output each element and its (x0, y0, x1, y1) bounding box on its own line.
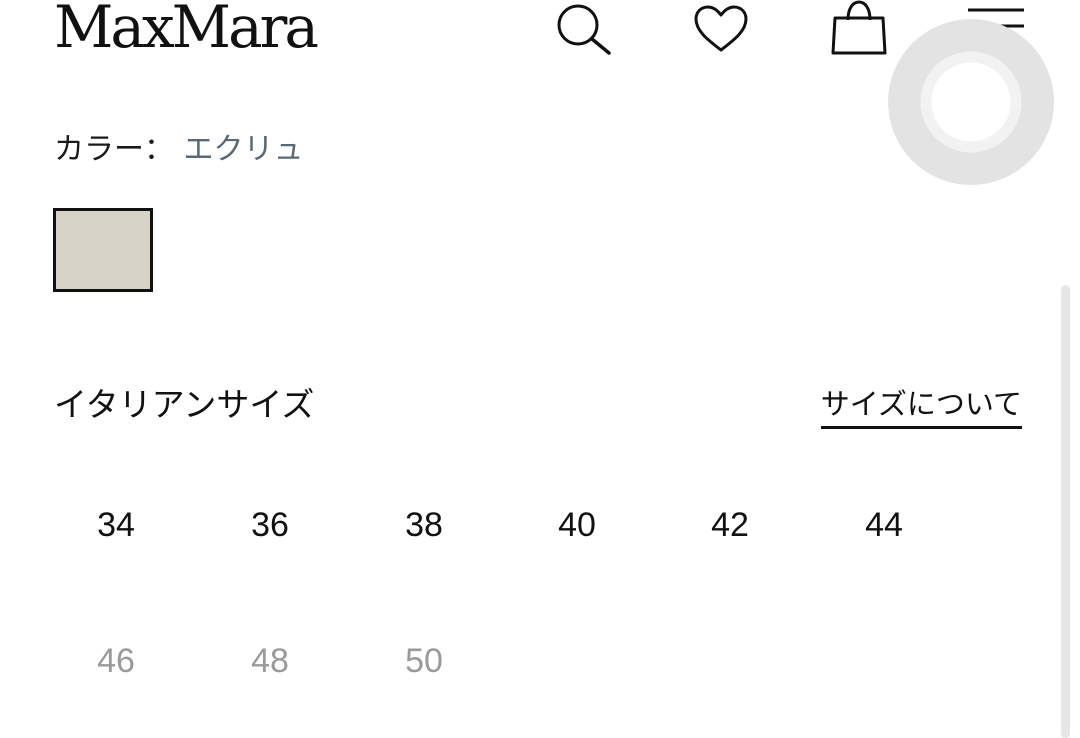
color-label: カラー： (54, 132, 174, 167)
color-row: カラー： エクリュ (54, 130, 304, 170)
search-icon[interactable] (553, 2, 613, 58)
size-option-42[interactable]: 42 (676, 490, 784, 560)
size-option-44[interactable]: 44 (830, 490, 938, 560)
size-option-38[interactable]: 38 (370, 490, 478, 560)
scrollbar[interactable] (1061, 285, 1070, 738)
size-option-48[interactable]: 48 (216, 626, 324, 696)
size-option-34[interactable]: 34 (62, 490, 170, 560)
heart-icon[interactable] (692, 4, 750, 54)
size-option-50[interactable]: 50 (370, 626, 478, 696)
size-guide-link[interactable]: サイズについて (820, 384, 1022, 429)
size-section-title: イタリアンサイズ (54, 385, 315, 424)
size-option-46[interactable]: 46 (62, 626, 170, 696)
size-option-36[interactable]: 36 (216, 490, 324, 560)
color-value: エクリュ (183, 132, 304, 167)
color-swatch[interactable] (53, 208, 153, 292)
bag-icon[interactable] (829, 0, 889, 58)
size-option-40[interactable]: 40 (523, 490, 631, 560)
loading-indicator (888, 19, 1054, 185)
brand-logo[interactable]: MaxMara (54, 0, 319, 60)
